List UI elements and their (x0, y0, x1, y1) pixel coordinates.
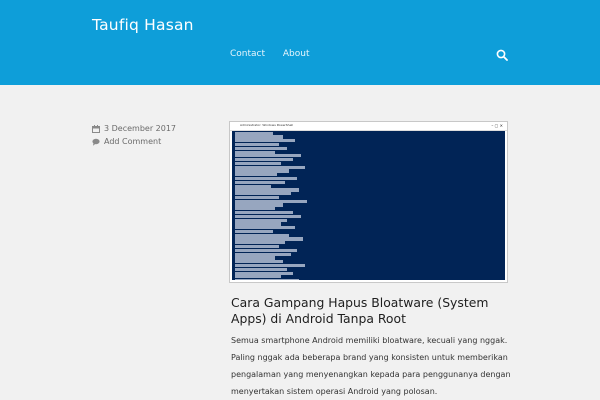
site-header: Taufiq Hasan Contact About (0, 0, 600, 85)
console-text-line (235, 237, 303, 241)
post-meta: 3 December 2017 Add Comment (92, 122, 176, 148)
console-text-line (235, 146, 287, 150)
console-text-line (235, 252, 291, 256)
console-text-line (235, 271, 293, 275)
console-text-line (235, 176, 297, 181)
console-text-line (235, 218, 287, 222)
console-text-line (235, 139, 295, 143)
console-text-line (235, 188, 299, 192)
console-text-line (235, 214, 301, 218)
console-text-line (235, 211, 293, 215)
post-date-text: 3 December 2017 (104, 124, 177, 133)
console-text-line (235, 248, 297, 252)
console-text-line (235, 135, 283, 139)
comment-icon (92, 138, 100, 146)
add-comment-link[interactable]: Add Comment (92, 135, 176, 148)
post-date: 3 December 2017 (92, 122, 176, 135)
console-text-line (235, 154, 301, 158)
console-text-line (235, 184, 271, 188)
console-text-line (235, 199, 307, 203)
console-text-line (235, 241, 285, 245)
console-text-line (235, 169, 289, 173)
console-text-line (235, 222, 281, 226)
thumbnail-window-title: Administrator: Windows PowerShell (240, 123, 294, 127)
nav-item-contact[interactable]: Contact (230, 49, 265, 59)
console-text-line (235, 142, 279, 147)
console-text-line (235, 131, 273, 135)
console-text-line (235, 260, 283, 264)
powershell-console (232, 131, 505, 280)
console-text-line (235, 203, 283, 207)
console-text-line (235, 173, 277, 177)
window-controls-icon: – ▢ ✕ (491, 123, 503, 128)
console-text-line (235, 279, 299, 280)
console-text-line (235, 267, 287, 271)
console-text-line (235, 245, 279, 249)
main-nav: Contact About (230, 49, 325, 59)
console-text-line (235, 161, 281, 166)
site-title[interactable]: Taufiq Hasan (92, 16, 194, 34)
console-text-line (235, 158, 293, 162)
thumbnail-titlebar: Administrator: Windows PowerShell – ▢ ✕ (230, 122, 507, 131)
console-text-line (235, 256, 275, 260)
console-text-line (235, 229, 273, 234)
post-title[interactable]: Cara Gampang Hapus Bloatware (System App… (231, 295, 516, 327)
console-text-line (235, 226, 295, 230)
console-text-line (235, 192, 291, 196)
console-text-line (235, 275, 281, 279)
post-excerpt: Semua smartphone Android memiliki bloatw… (231, 336, 511, 396)
console-text-line (235, 165, 305, 169)
console-text-line (235, 150, 275, 154)
search-icon[interactable] (496, 49, 508, 61)
post-thumbnail[interactable]: Administrator: Windows PowerShell – ▢ ✕ (229, 121, 508, 283)
console-text-line (235, 233, 289, 237)
calendar-icon (92, 124, 100, 133)
add-comment-label: Add Comment (104, 137, 162, 146)
console-text-line (235, 207, 275, 211)
console-text-line (235, 195, 279, 200)
console-text-line (235, 263, 305, 268)
console-text-line (235, 180, 285, 184)
nav-item-about[interactable]: About (283, 49, 310, 59)
